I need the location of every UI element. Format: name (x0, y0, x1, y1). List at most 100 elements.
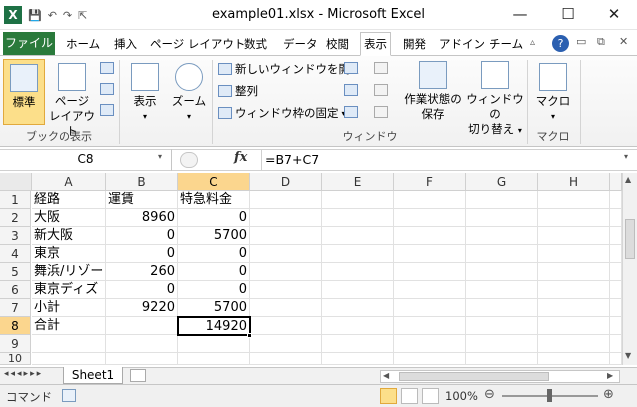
zoom-slider-thumb[interactable] (547, 389, 552, 402)
help-icon[interactable]: ? (552, 35, 569, 52)
grid-cell[interactable] (394, 281, 466, 299)
grid-cell[interactable] (538, 353, 610, 365)
grid-cell[interactable] (394, 191, 466, 209)
doc-close-icon[interactable]: ✕ (619, 35, 628, 48)
zoom-button[interactable]: ズーム ▾ (168, 59, 210, 125)
grid-cell[interactable] (178, 353, 250, 365)
ribbon-collapse-icon[interactable]: ▵ (530, 37, 535, 48)
scroll-thumb[interactable] (625, 219, 635, 259)
formula-expand-icon[interactable]: ▾ (624, 152, 628, 161)
cell-c5[interactable]: 0 (178, 263, 250, 281)
grid-cell[interactable] (106, 317, 178, 335)
grid-cell[interactable] (466, 245, 538, 263)
formula-input[interactable]: =B7+C7 (261, 149, 622, 171)
cell-a3[interactable]: 新大阪 (32, 227, 106, 245)
scroll-right-icon[interactable]: ▶ (607, 371, 613, 380)
switch-windows-button[interactable]: ウィンドウの 切り替え ▾ (466, 59, 524, 136)
grid-cell[interactable] (394, 209, 466, 227)
grid-cell[interactable] (394, 353, 466, 365)
grid-cell[interactable] (466, 263, 538, 281)
reset-position-icon[interactable] (374, 106, 388, 121)
grid-cell[interactable] (322, 209, 394, 227)
scroll-down-icon[interactable]: ▼ (625, 351, 631, 360)
cell-c2[interactable]: 0 (178, 209, 250, 227)
tab-team[interactable]: チーム (486, 33, 526, 56)
row-header[interactable]: 6 (0, 281, 31, 299)
normal-view-status-icon[interactable] (380, 388, 397, 404)
grid-cell[interactable] (610, 281, 622, 299)
cell-a7[interactable]: 小計 (32, 299, 106, 317)
grid-cell[interactable] (466, 335, 538, 353)
cell-b2[interactable]: 8960 (106, 209, 178, 227)
row-header[interactable]: 7 (0, 299, 31, 317)
grid-cell[interactable] (394, 299, 466, 317)
cell-b1[interactable]: 運賃 (106, 191, 178, 209)
worksheet-grid[interactable]: A B C D E F G H 1 2 3 4 5 6 7 8 9 10 経路 … (0, 173, 622, 365)
tab-file[interactable]: ファイル (3, 32, 55, 55)
name-box[interactable]: C8 (0, 149, 172, 171)
grid-cell[interactable] (466, 353, 538, 365)
tab-data[interactable]: データ (280, 33, 321, 56)
vertical-scrollbar[interactable]: ▲ ▼ (622, 173, 637, 365)
grid-cell[interactable] (610, 335, 622, 353)
cell-c8-selected[interactable]: 14920 (177, 316, 251, 336)
scroll-left-icon[interactable]: ◀ (383, 371, 389, 380)
tab-addins[interactable]: アドイン (436, 33, 488, 56)
page-layout-status-icon[interactable] (401, 388, 418, 404)
grid-cell[interactable] (394, 263, 466, 281)
fill-handle[interactable] (247, 333, 252, 338)
select-all-corner[interactable] (0, 173, 32, 191)
view-side-by-side-icon[interactable] (374, 62, 388, 77)
grid-cell[interactable] (538, 281, 610, 299)
tab-home[interactable]: ホーム (63, 33, 103, 56)
grid-cell[interactable] (250, 299, 322, 317)
grid-cell[interactable] (250, 191, 322, 209)
column-header[interactable]: H (538, 173, 610, 191)
column-header[interactable]: D (250, 173, 322, 191)
cell-a5[interactable]: 舞浜/リゾー (32, 263, 106, 281)
cell-c6[interactable]: 0 (178, 281, 250, 299)
grid-cell[interactable] (538, 209, 610, 227)
grid-cell[interactable] (610, 227, 622, 245)
grid-cell[interactable] (322, 281, 394, 299)
arrange-all-button[interactable]: 整列 (218, 81, 258, 101)
unhide-icon[interactable] (344, 106, 358, 121)
page-layout-view-button[interactable]: ページ レイアウト (48, 59, 96, 138)
column-header[interactable]: F (394, 173, 466, 191)
tab-review[interactable]: 校閲 (323, 33, 352, 56)
minimize-button[interactable]: — (497, 0, 543, 30)
cell-a4[interactable]: 東京 (32, 245, 106, 263)
grid-cell[interactable] (466, 299, 538, 317)
grid-cell[interactable] (610, 245, 622, 263)
row-header[interactable]: 2 (0, 209, 31, 227)
zoom-in-icon[interactable]: ⊕ (603, 387, 614, 402)
cell-b4[interactable]: 0 (106, 245, 178, 263)
save-workspace-button[interactable]: 作業状態の 保存 (400, 59, 466, 125)
row-header[interactable]: 1 (0, 191, 31, 209)
grid-cell[interactable] (538, 317, 610, 335)
grid-cell[interactable] (250, 245, 322, 263)
grid-cell[interactable] (466, 209, 538, 227)
new-window-button[interactable]: 新しいウィンドウを開く (218, 59, 362, 79)
show-button[interactable]: 表示 ▾ (124, 59, 166, 125)
grid-cell[interactable] (466, 227, 538, 245)
hide-icon[interactable] (344, 84, 358, 99)
row-header[interactable]: 9 (0, 335, 31, 353)
zoom-level[interactable]: 100% (445, 389, 478, 403)
macros-button[interactable]: マクロ ▾ (532, 59, 574, 125)
grid-cell[interactable] (322, 227, 394, 245)
grid-cell[interactable] (466, 281, 538, 299)
expand-formula-icon[interactable] (180, 152, 198, 168)
grid-cell[interactable] (322, 299, 394, 317)
insert-sheet-icon[interactable] (130, 369, 146, 382)
cell-b7[interactable]: 9220 (106, 299, 178, 317)
cell-b3[interactable]: 0 (106, 227, 178, 245)
column-header[interactable]: B (106, 173, 178, 191)
row-header-selected[interactable]: 8 (0, 317, 31, 335)
row-header[interactable]: 5 (0, 263, 31, 281)
grid-cell[interactable] (250, 263, 322, 281)
column-header-partial[interactable] (610, 173, 622, 191)
grid-cell[interactable] (250, 335, 322, 353)
cell-a2[interactable]: 大阪 (32, 209, 106, 227)
zoom-out-icon[interactable]: ⊖ (484, 387, 495, 402)
